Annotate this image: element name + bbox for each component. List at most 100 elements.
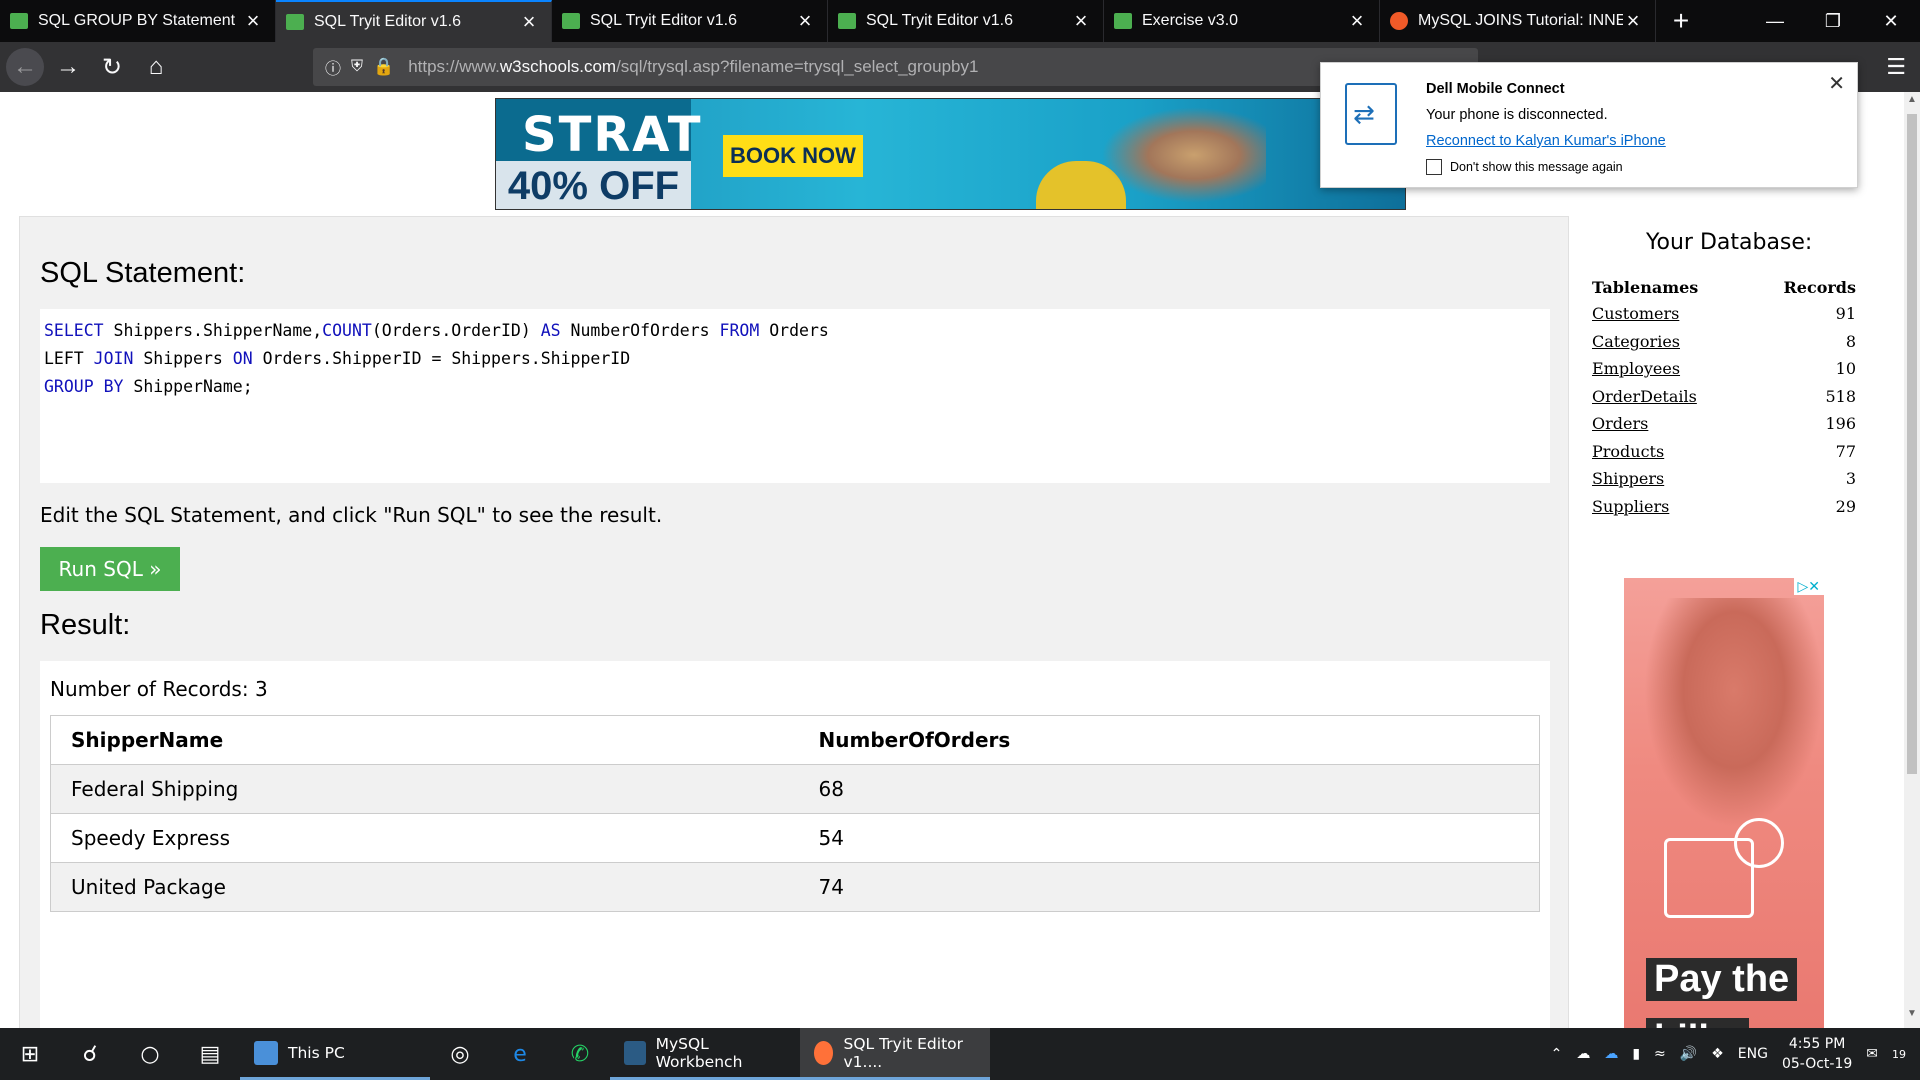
taskbar-app-label: MySQL Workbench: [655, 1034, 743, 1071]
table-link[interactable]: Customers: [1592, 304, 1679, 323]
table-cell: 54: [798, 813, 1540, 863]
scrollbar-thumb[interactable]: [1907, 114, 1917, 774]
table-cell: Speedy Express: [50, 813, 799, 863]
sql-code-editor[interactable]: SELECT Shippers.ShipperName,COUNT(Orders…: [40, 309, 1550, 483]
sql-keyword: FROM: [719, 321, 760, 340]
url-bar[interactable]: ⓘ ⛨ 🔒 https://www. w3schools.com/sql/trys…: [313, 48, 1478, 86]
database-row: Customers 91: [1592, 300, 1856, 328]
task-view-icon[interactable]: ▤: [180, 1028, 240, 1080]
phone-connect-icon: ⇄: [1345, 83, 1397, 145]
close-tab-icon[interactable]: ×: [243, 10, 263, 32]
forward-icon[interactable]: →: [48, 47, 88, 87]
close-tab-icon[interactable]: ×: [519, 11, 539, 33]
scroll-down-icon[interactable]: ▼: [1904, 1008, 1920, 1026]
dont-show-checkbox[interactable]: Don't show this message again: [1426, 159, 1623, 175]
edge-icon[interactable]: e: [490, 1028, 550, 1080]
ad-book-now-button[interactable]: BOOK NOW: [723, 135, 863, 177]
battery-icon[interactable]: ▮: [1632, 1046, 1640, 1062]
vertical-scrollbar[interactable]: ▲ ▼: [1904, 92, 1920, 1028]
w3schools-favicon-icon: [838, 13, 856, 29]
reload-icon[interactable]: ↻: [92, 47, 132, 87]
result-table: ShipperName NumberOfOrders Federal Shipp…: [50, 715, 1540, 912]
volume-icon[interactable]: 🔊: [1680, 1046, 1697, 1062]
back-icon[interactable]: ←: [6, 48, 44, 86]
camera-app-icon[interactable]: ◎: [430, 1028, 490, 1080]
table-link[interactable]: Categories: [1592, 332, 1680, 351]
table-cell: United Package: [50, 862, 799, 912]
result-panel: Number of Records: 3 ShipperName NumberO…: [40, 661, 1550, 1028]
hamburger-menu-icon[interactable]: ☰: [1886, 54, 1906, 80]
wifi-icon[interactable]: ≈: [1654, 1046, 1666, 1062]
restore-icon[interactable]: ❐: [1804, 0, 1862, 42]
table-link[interactable]: OrderDetails: [1592, 387, 1697, 406]
records-count: Number of Records: 3: [50, 677, 268, 701]
taskbar-app-this-pc[interactable]: This PC: [240, 1028, 430, 1080]
sql-text: NumberOfOrders: [560, 321, 720, 340]
clock[interactable]: 4:55 PM 05-Oct-19: [1782, 1034, 1852, 1074]
tab-label: Exercise v3.0: [1142, 12, 1239, 29]
browser-tab[interactable]: SQL Tryit Editor v1.6 ×: [276, 0, 552, 42]
search-icon[interactable]: ☌: [60, 1028, 120, 1080]
reconnect-link[interactable]: Reconnect to Kalyan Kumar's iPhone: [1426, 133, 1666, 149]
tab-label: SQL Tryit Editor v1.6: [314, 13, 462, 30]
shield-icon[interactable]: ⛨: [351, 58, 363, 76]
checkbox-icon[interactable]: [1426, 159, 1442, 175]
browser-tab[interactable]: SQL Tryit Editor v1.6 ×: [828, 0, 1104, 42]
lock-icon[interactable]: 🔒: [373, 57, 394, 77]
checkbox-label: Don't show this message again: [1450, 160, 1623, 174]
new-tab-icon[interactable]: +: [1656, 0, 1706, 42]
taskbar-app-mysql-workbench[interactable]: MySQL Workbench: [610, 1028, 800, 1080]
close-window-icon[interactable]: ✕: [1862, 0, 1920, 42]
sql-text: ShipperName;: [123, 377, 253, 396]
database-header: Tablenames Records: [1592, 274, 1856, 300]
computer-icon: [254, 1040, 278, 1065]
taskbar-app-firefox[interactable]: SQL Tryit Editor v1....: [800, 1028, 990, 1080]
sql-text: (Orders.OrderID): [371, 321, 541, 340]
home-icon[interactable]: ⌂: [136, 47, 176, 87]
browser-tab[interactable]: Exercise v3.0 ×: [1104, 0, 1380, 42]
ad-banner[interactable]: STRAT 40% OFF BOOK NOW: [495, 98, 1406, 210]
database-row: Orders 196: [1592, 410, 1856, 438]
notification-body: Your phone is disconnected.: [1426, 107, 1608, 123]
tab-label: SQL Tryit Editor v1.6: [866, 12, 1014, 29]
language-indicator[interactable]: ENG: [1738, 1046, 1768, 1062]
table-row: Federal Shipping 68: [50, 764, 1540, 814]
info-icon[interactable]: ⓘ: [325, 55, 341, 79]
tray-chevron-icon[interactable]: ⌃: [1551, 1046, 1563, 1062]
table-link[interactable]: Employees: [1592, 359, 1680, 378]
side-ad[interactable]: ▷✕ Pay the bills.: [1624, 578, 1824, 1028]
browser-tab[interactable]: SQL GROUP BY Statement ×: [0, 0, 276, 42]
scroll-up-icon[interactable]: ▲: [1904, 94, 1920, 112]
table-link[interactable]: Orders: [1592, 414, 1648, 433]
onedrive-icon[interactable]: ☁: [1576, 1046, 1590, 1062]
table-link[interactable]: Suppliers: [1592, 497, 1669, 516]
cloud-icon[interactable]: ☁: [1604, 1046, 1618, 1062]
close-tab-icon[interactable]: ×: [795, 10, 815, 32]
run-sql-button[interactable]: Run SQL »: [40, 547, 180, 591]
notification-close-icon[interactable]: ✕: [1828, 71, 1845, 96]
minimize-icon[interactable]: —: [1746, 0, 1804, 42]
browser-tab[interactable]: MySQL JOINS Tutorial: INNER, ×: [1380, 0, 1656, 42]
ad-photo-person: [1086, 99, 1266, 209]
start-icon[interactable]: ⊞: [0, 1028, 60, 1080]
sql-keyword: GROUP BY: [44, 377, 124, 396]
ad-close-icon[interactable]: ▷✕: [1793, 578, 1824, 595]
result-heading: Result:: [40, 609, 131, 641]
close-tab-icon[interactable]: ×: [1071, 10, 1091, 32]
close-tab-icon[interactable]: ×: [1347, 10, 1367, 32]
table-row: United Package 74: [50, 862, 1540, 912]
dropbox-icon[interactable]: ❖: [1711, 1046, 1724, 1062]
whatsapp-icon[interactable]: ✆: [550, 1028, 610, 1080]
ad-brand: STRAT: [522, 107, 703, 163]
instruction-text: Edit the SQL Statement, and click "Run S…: [40, 503, 663, 527]
record-count: 10: [1835, 359, 1856, 379]
close-tab-icon[interactable]: ×: [1623, 10, 1643, 32]
browser-tab[interactable]: SQL Tryit Editor v1.6 ×: [552, 0, 828, 42]
table-link[interactable]: Shippers: [1592, 469, 1664, 488]
table-link[interactable]: Products: [1592, 442, 1664, 461]
page-content: STRAT 40% OFF BOOK NOW SQL Statement: SE…: [0, 92, 1904, 1028]
mysql-workbench-icon: [624, 1040, 646, 1065]
action-center-icon[interactable]: ✉: [1866, 1046, 1878, 1062]
records-header: Records: [1783, 277, 1856, 297]
cortana-icon[interactable]: ○: [120, 1028, 180, 1080]
